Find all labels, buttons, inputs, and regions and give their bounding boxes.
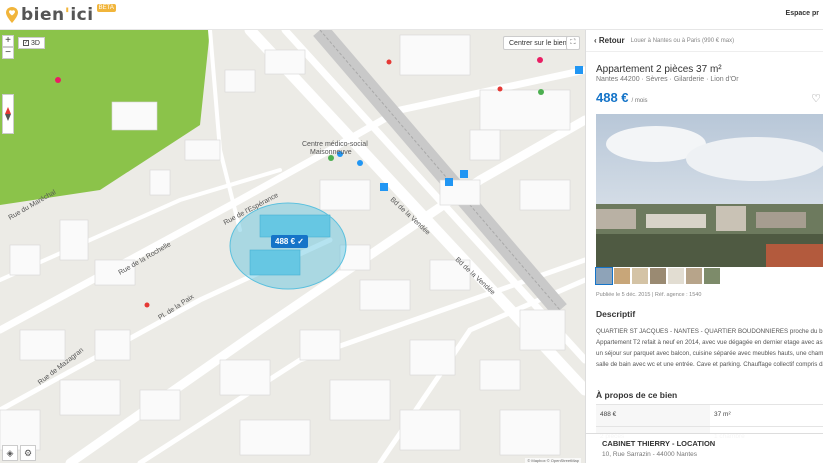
toggle-3d[interactable]: ✓ 3D — [18, 37, 45, 49]
photo-thumbnail[interactable] — [668, 268, 684, 284]
zoom-controls: + − — [2, 35, 14, 59]
building — [329, 379, 391, 421]
photo-thumbnail[interactable] — [650, 268, 666, 284]
building — [59, 219, 89, 261]
building — [299, 329, 341, 361]
listing-photo[interactable] — [596, 114, 823, 267]
building — [519, 309, 566, 351]
compass-control[interactable] — [2, 94, 14, 134]
back-button[interactable]: ‹ Retour — [594, 36, 625, 45]
agency-contact[interactable]: CABINET THIERRY - LOCATION 10, Rue Sarra… — [586, 433, 823, 463]
price-marker[interactable]: 488 € ✓ — [271, 235, 308, 248]
parking-marker — [445, 178, 453, 186]
logo[interactable]: bien'ici BETA — [6, 4, 116, 25]
agency-name: CABINET THIERRY - LOCATION — [602, 439, 716, 448]
poi-marker — [497, 86, 503, 92]
building — [19, 329, 66, 361]
listing-location: Nantes 44200 · Sèvres · Gilarderie · Lio… — [596, 76, 739, 83]
top-bar: bien'ici BETA Espace pr — [0, 0, 823, 30]
building — [264, 49, 306, 75]
poi-marker — [55, 77, 61, 83]
center-on-property-button[interactable]: Centrer sur le bien — [503, 36, 573, 50]
logo-pin-icon — [6, 7, 18, 23]
about-cell: 37 m² — [714, 411, 731, 418]
building — [184, 139, 221, 161]
back-search-label[interactable]: Louer à Nantes ou à Paris (990 € max) — [631, 38, 734, 44]
description-text: QUARTIER ST JACQUES - NANTES - QUARTIER … — [596, 328, 823, 368]
building — [139, 389, 181, 421]
building — [239, 419, 311, 456]
building — [479, 359, 521, 391]
building — [499, 409, 561, 456]
parking-marker — [460, 170, 468, 178]
building — [94, 329, 131, 361]
poi-label: Maisonneuve — [310, 149, 352, 156]
parking-marker — [575, 66, 583, 74]
espace-pro-link[interactable]: Espace pr — [786, 10, 819, 17]
parking-marker — [380, 183, 388, 191]
building — [9, 244, 41, 276]
building — [519, 179, 571, 211]
poi-marker — [357, 160, 363, 166]
building — [111, 101, 158, 131]
park-area — [0, 30, 210, 205]
listing-title: Appartement 2 pièces 37 m² — [596, 64, 722, 75]
listing-detail-panel: ‹ Retour Louer à Nantes ou à Paris (990 … — [585, 30, 823, 463]
building — [479, 89, 571, 131]
building — [219, 359, 271, 396]
zoom-out-button[interactable]: − — [2, 47, 14, 59]
description-title: Descriptif — [596, 309, 636, 319]
building — [224, 69, 256, 93]
toggle-3d-label: 3D — [31, 39, 40, 47]
layers-icon[interactable]: ◈ — [2, 445, 18, 461]
zoom-in-button[interactable]: + — [2, 35, 14, 47]
settings-icon[interactable]: ⚙ — [20, 445, 36, 461]
toggle-3d-checkbox[interactable]: ✓ — [23, 40, 29, 46]
building — [149, 169, 171, 196]
photo-thumbnail[interactable] — [704, 268, 720, 284]
about-row: 488 € 37 m² — [596, 404, 823, 426]
map-view[interactable]: Bd de la Vendée Bd de la Vendée Rue de l… — [0, 30, 585, 463]
published-date: Publiée le 5 déc. 2015 | Réf. agence : 1… — [596, 292, 702, 298]
compass-icon — [5, 107, 11, 121]
poi-marker — [537, 57, 543, 63]
poi-marker — [144, 302, 150, 308]
building — [359, 279, 411, 311]
photo-thumbnails — [595, 267, 823, 286]
poi-marker — [538, 89, 544, 95]
building — [399, 409, 461, 451]
back-bar: ‹ Retour Louer à Nantes ou à Paris (990 … — [586, 30, 823, 52]
building — [409, 339, 456, 376]
about-cell: 488 € — [596, 405, 710, 426]
photo-thumbnail[interactable] — [686, 268, 702, 284]
building — [59, 379, 121, 416]
fullscreen-icon[interactable]: ⛶ — [566, 36, 580, 50]
listing-price: 488 € / mois — [596, 90, 648, 105]
building — [319, 179, 371, 211]
building — [399, 34, 471, 76]
photo-thumbnail[interactable] — [614, 268, 630, 284]
beta-badge: BETA — [96, 4, 116, 12]
building — [469, 129, 501, 161]
agency-address: 10, Rue Sarrazin - 44000 Nantes — [602, 451, 698, 458]
about-title: À propos de ce bien — [596, 390, 678, 400]
poi-label: Centre médico-social — [302, 141, 368, 148]
photo-thumbnail[interactable] — [632, 268, 648, 284]
building — [0, 409, 41, 451]
favorite-heart-icon[interactable]: ♡ — [811, 92, 821, 105]
photo-thumbnail[interactable] — [595, 267, 613, 285]
logo-text: bien'ici — [21, 5, 94, 25]
poi-marker — [386, 59, 392, 65]
map-attribution[interactable]: © Mapbox © OpenStreetMap — [525, 458, 581, 463]
